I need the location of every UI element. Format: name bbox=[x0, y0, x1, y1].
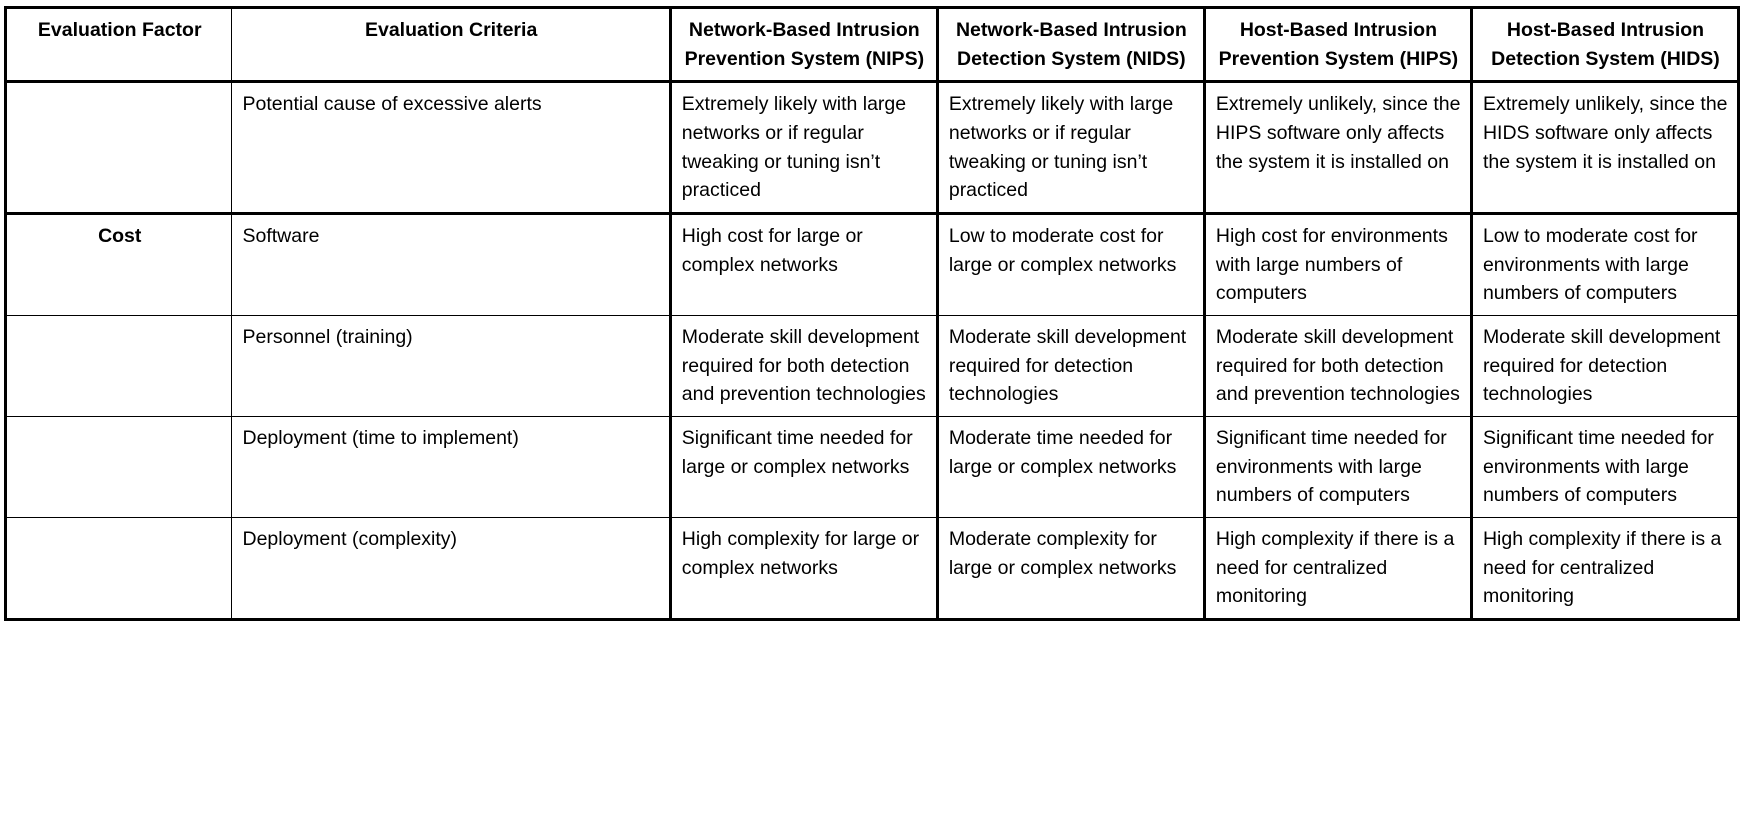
cell-evaluation-criteria: Deployment (complexity) bbox=[231, 516, 671, 621]
column-header-nids: Network-Based Intrusion Detection System… bbox=[935, 6, 1205, 84]
cell-hips: Extremely unlikely, since the HIPS softw… bbox=[1202, 81, 1472, 215]
cell-nids: Moderate complexity for large or complex… bbox=[935, 516, 1205, 621]
cell-evaluation-criteria: Potential cause of excessive alerts bbox=[231, 81, 671, 215]
cell-evaluation-factor bbox=[4, 516, 233, 621]
cell-nips: Extremely likely with large networks or … bbox=[668, 81, 938, 215]
document-page: Evaluation Factor Evaluation Criteria Ne… bbox=[0, 6, 1744, 836]
column-header-hids: Host-Based Intrusion Detection System (H… bbox=[1469, 6, 1740, 84]
cell-hips: High complexity if there is a need for c… bbox=[1202, 516, 1472, 621]
table-body: Potential cause of excessive alerts Extr… bbox=[4, 81, 1740, 621]
cell-hips: High cost for environments with large nu… bbox=[1202, 212, 1472, 316]
table-header: Evaluation Factor Evaluation Criteria Ne… bbox=[4, 6, 1740, 84]
table-row: Potential cause of excessive alerts Extr… bbox=[4, 81, 1740, 215]
cell-nids: Extremely likely with large networks or … bbox=[935, 81, 1205, 215]
cell-evaluation-criteria: Personnel (training) bbox=[231, 314, 671, 417]
column-header-nips: Network-Based Intrusion Prevention Syste… bbox=[668, 6, 938, 84]
cell-nips: High complexity for large or complex net… bbox=[668, 516, 938, 621]
cell-evaluation-factor: Cost bbox=[4, 212, 233, 316]
cell-hips: Significant time needed for environments… bbox=[1202, 415, 1472, 518]
cell-nids: Moderate skill development required for … bbox=[935, 314, 1205, 417]
cell-nids: Low to moderate cost for large or comple… bbox=[935, 212, 1205, 316]
column-header-hips: Host-Based Intrusion Prevention System (… bbox=[1202, 6, 1472, 84]
ids-ips-comparison-table: Evaluation Factor Evaluation Criteria Ne… bbox=[4, 6, 1740, 621]
cell-evaluation-factor bbox=[4, 314, 233, 417]
cell-hids: Moderate skill development required for … bbox=[1469, 314, 1740, 417]
cell-evaluation-factor bbox=[4, 415, 233, 518]
cell-hids: Extremely unlikely, since the HIDS softw… bbox=[1469, 81, 1740, 215]
cell-nids: Moderate time needed for large or comple… bbox=[935, 415, 1205, 518]
column-header-evaluation-factor: Evaluation Factor bbox=[4, 6, 233, 84]
table-row: Cost Software High cost for large or com… bbox=[4, 212, 1740, 316]
cell-hips: Moderate skill development required for … bbox=[1202, 314, 1472, 417]
cell-hids: Significant time needed for environments… bbox=[1469, 415, 1740, 518]
table-row: Deployment (complexity) High complexity … bbox=[4, 516, 1740, 621]
cell-evaluation-factor bbox=[4, 81, 233, 215]
cell-nips: Moderate skill development required for … bbox=[668, 314, 938, 417]
cell-hids: Low to moderate cost for environments wi… bbox=[1469, 212, 1740, 316]
cell-evaluation-criteria: Deployment (time to implement) bbox=[231, 415, 671, 518]
header-row: Evaluation Factor Evaluation Criteria Ne… bbox=[4, 6, 1740, 84]
table-row: Deployment (time to implement) Significa… bbox=[4, 415, 1740, 518]
cell-evaluation-criteria: Software bbox=[231, 212, 671, 316]
table-row: Personnel (training) Moderate skill deve… bbox=[4, 314, 1740, 417]
cell-nips: Significant time needed for large or com… bbox=[668, 415, 938, 518]
column-header-evaluation-criteria: Evaluation Criteria bbox=[231, 6, 671, 84]
cell-hids: High complexity if there is a need for c… bbox=[1469, 516, 1740, 621]
cell-nips: High cost for large or complex networks bbox=[668, 212, 938, 316]
